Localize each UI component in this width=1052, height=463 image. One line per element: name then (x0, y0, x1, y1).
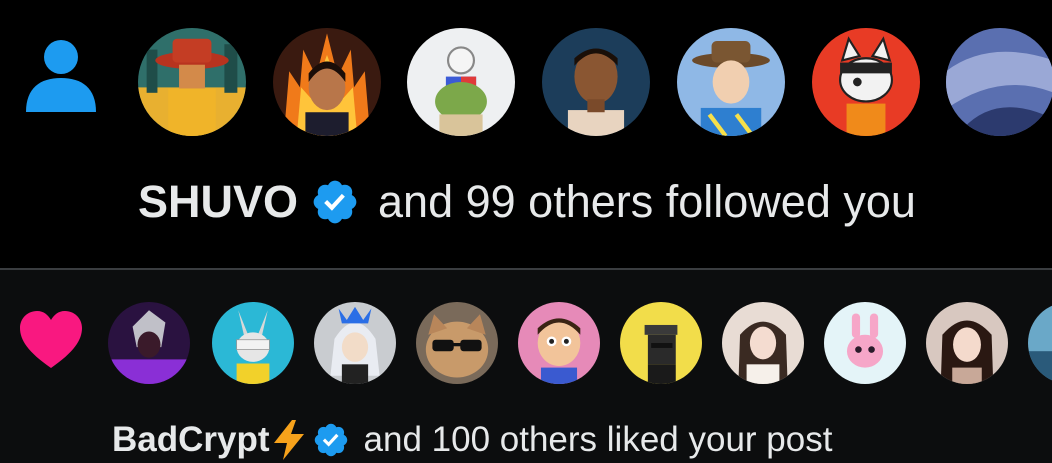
liker-avatar[interactable] (108, 302, 190, 384)
liker-avatar[interactable] (824, 302, 906, 384)
like-notification[interactable]: BadCrypt and 100 others liked your post (0, 270, 1052, 463)
liker-avatar[interactable] (416, 302, 498, 384)
follower-avatar[interactable] (677, 28, 785, 136)
like-text: and 100 others liked your post (363, 420, 833, 459)
liker-name[interactable]: BadCrypt (112, 420, 270, 460)
liker-avatar[interactable] (314, 302, 396, 384)
follower-avatar[interactable] (946, 28, 1052, 136)
liker-avatar[interactable] (212, 302, 294, 384)
liker-avatar[interactable] (1028, 302, 1052, 384)
follower-avatar[interactable] (138, 28, 246, 136)
like-summary: BadCrypt and 100 others liked your post (112, 418, 832, 462)
follower-name[interactable]: SHUVO (138, 176, 298, 228)
follower-avatar[interactable] (812, 28, 920, 136)
liker-avatar[interactable] (620, 302, 702, 384)
liker-avatar[interactable] (926, 302, 1008, 384)
liker-avatar[interactable] (518, 302, 600, 384)
follow-notification[interactable]: SHUVO and 99 others followed you (0, 0, 1052, 269)
follower-avatar[interactable] (273, 28, 381, 136)
verified-badge-icon (313, 180, 357, 224)
lightning-icon (273, 420, 304, 460)
follow-text: and 99 others followed you (378, 176, 916, 227)
follower-avatar[interactable] (542, 28, 650, 136)
follower-avatar[interactable] (407, 28, 515, 136)
follow-summary: SHUVO and 99 others followed you (138, 172, 916, 232)
verified-badge-icon (314, 423, 347, 457)
liker-avatar[interactable] (722, 302, 804, 384)
